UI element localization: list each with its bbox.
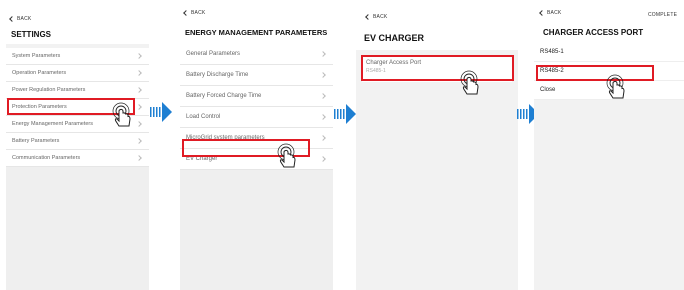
back-button[interactable]: BACK	[9, 16, 32, 22]
page-title: EV CHARGER	[364, 33, 425, 43]
option-rs485-1[interactable]: RS485-1	[534, 43, 684, 62]
back-button[interactable]: BACK	[183, 10, 206, 16]
tap-hand-icon	[604, 74, 630, 100]
chevron-right-icon	[136, 155, 142, 161]
chevron-right-icon	[136, 70, 142, 76]
page-title: CHARGER ACCESS PORT	[543, 28, 644, 37]
header	[180, 0, 333, 44]
option-label: RS485-1	[540, 49, 564, 55]
list-item-system-parameters[interactable]: System Parameters	[6, 48, 149, 65]
tap-hand-icon	[110, 102, 136, 128]
chevron-right-icon	[320, 135, 326, 141]
charger-access-port-screen: BACK COMPLETE CHARGER ACCESS PORT RS485-…	[534, 0, 684, 290]
chevron-left-icon	[539, 10, 545, 16]
chevron-right-icon	[320, 72, 326, 78]
ev-charger-screen: BACK EV CHARGER Charger Access Port RS48…	[356, 0, 518, 290]
back-label: BACK	[17, 16, 32, 22]
list-item-battery-discharge-time[interactable]: Battery Discharge Time	[180, 65, 333, 86]
chevron-right-icon	[136, 104, 142, 110]
highlight-box	[536, 65, 654, 81]
list-item-general-parameters[interactable]: General Parameters	[180, 44, 333, 65]
list-item-label: Power Regulation Parameters	[12, 87, 86, 93]
page-title: ENERGY MANAGEMENT PARAMETERS	[185, 28, 328, 37]
list-item-operation-parameters[interactable]: Operation Parameters	[6, 65, 149, 82]
chevron-left-icon	[9, 16, 15, 22]
next-arrow-icon	[150, 102, 172, 122]
back-button[interactable]: BACK	[539, 10, 562, 16]
back-label: BACK	[547, 10, 562, 16]
chevron-right-icon	[136, 138, 142, 144]
list-item-communication-parameters[interactable]: Communication Parameters	[6, 150, 149, 167]
list-item-label: General Parameters	[186, 51, 241, 57]
back-label: BACK	[191, 10, 206, 16]
chevron-right-icon	[136, 53, 142, 59]
list-item-label: Battery Forced Charge Time	[186, 93, 262, 99]
list-item-label: Battery Discharge Time	[186, 72, 249, 78]
page-title: SETTINGS	[11, 30, 52, 39]
list-item-load-control[interactable]: Load Control	[180, 107, 333, 128]
tap-hand-icon	[275, 143, 301, 169]
list-item-battery-forced-charge-time[interactable]: Battery Forced Charge Time	[180, 86, 333, 107]
list-item-battery-parameters[interactable]: Battery Parameters	[6, 133, 149, 150]
chevron-right-icon	[136, 121, 142, 127]
list-item-label: Communication Parameters	[12, 155, 81, 161]
back-label: BACK	[373, 14, 388, 20]
list-item-power-regulation-parameters[interactable]: Power Regulation Parameters	[6, 82, 149, 99]
chevron-right-icon	[136, 87, 142, 93]
list-item-label: Battery Parameters	[12, 138, 60, 144]
empty-area	[180, 170, 333, 290]
option-label: Close	[540, 87, 556, 93]
list-item-label: Load Control	[186, 114, 221, 120]
list-item-label: Operation Parameters	[12, 70, 67, 76]
list-item-label: Energy Management Parameters	[12, 121, 94, 127]
highlight-box	[361, 55, 514, 81]
chevron-left-icon	[183, 10, 189, 16]
empty-area	[6, 167, 149, 290]
chevron-right-icon	[320, 51, 326, 57]
back-button[interactable]: BACK	[365, 14, 388, 20]
list-item-label: System Parameters	[12, 53, 61, 59]
chevron-left-icon	[365, 14, 371, 20]
tap-hand-icon	[458, 70, 484, 96]
chevron-right-icon	[320, 93, 326, 99]
complete-button[interactable]: COMPLETE	[648, 12, 677, 18]
settings-screen: BACK SETTINGS System Parameters Operatio…	[6, 0, 149, 290]
chevron-right-icon	[320, 156, 326, 162]
chevron-right-icon	[320, 114, 326, 120]
next-arrow-icon	[334, 104, 356, 124]
